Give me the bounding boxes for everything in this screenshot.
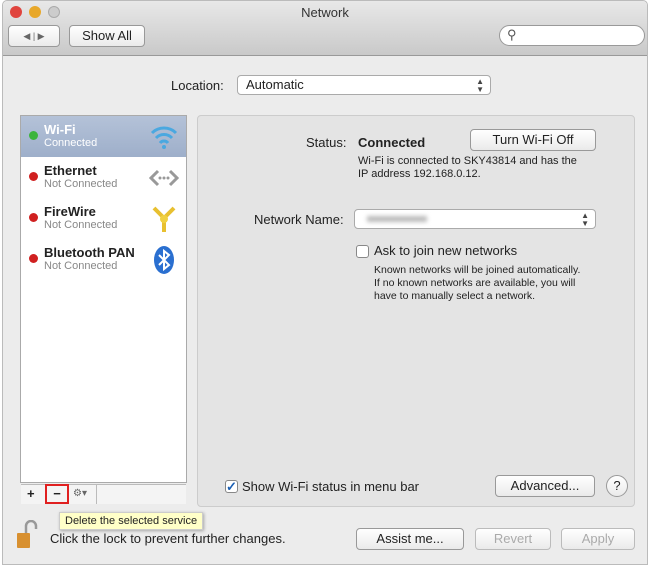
search-icon: ⚲ bbox=[507, 27, 517, 42]
blurred-network-name bbox=[367, 216, 427, 222]
ask-join-description: Known networks will be joined automatica… bbox=[374, 264, 580, 303]
status-value: Connected bbox=[358, 135, 426, 150]
service-name: Ethernet bbox=[44, 163, 97, 178]
status-label: Status: bbox=[306, 135, 347, 150]
service-detail-panel: Status: Connected Turn Wi-Fi Off Wi-Fi i… bbox=[197, 115, 635, 507]
ask-join-label: Ask to join new networks bbox=[374, 243, 518, 258]
help-button[interactable]: ? bbox=[606, 475, 628, 497]
service-name: Wi-Fi bbox=[44, 122, 76, 137]
list-controls: + − ⚙▾ bbox=[21, 484, 186, 504]
location-label: Location: bbox=[171, 78, 224, 93]
show-all-button[interactable]: Show All bbox=[69, 25, 145, 47]
show-status-checkbox[interactable]: ✓ bbox=[225, 480, 238, 493]
divider bbox=[96, 485, 97, 504]
status-description: Wi-Fi is connected to SKY43814 and has t… bbox=[358, 155, 577, 181]
status-dot bbox=[29, 213, 38, 222]
ask-desc-line: Known networks will be joined automatica… bbox=[374, 264, 581, 276]
show-status-label: Show Wi-Fi status in menu bar bbox=[242, 479, 420, 494]
location-value: Automatic bbox=[246, 77, 304, 92]
lock-text: Click the lock to prevent further change… bbox=[50, 531, 286, 546]
toolbar: Network ◀ | ▶ Show All ⚲ bbox=[3, 1, 647, 56]
network-name-label: Network Name: bbox=[254, 212, 344, 227]
add-service-button[interactable]: + bbox=[27, 486, 35, 501]
bluetooth-icon bbox=[154, 246, 174, 274]
back-icon[interactable]: ◀ bbox=[23, 31, 30, 41]
service-item-ethernet[interactable]: Ethernet Not Connected bbox=[21, 157, 186, 198]
service-status: Not Connected bbox=[44, 260, 118, 272]
forward-icon[interactable]: ▶ bbox=[38, 31, 45, 41]
network-preferences-window: Network ◀ | ▶ Show All ⚲ Location: Autom… bbox=[2, 0, 648, 565]
lock-icon[interactable] bbox=[16, 520, 38, 550]
service-item-bluetooth-pan[interactable]: Bluetooth PAN Not Connected bbox=[21, 239, 186, 280]
status-dot bbox=[29, 131, 38, 140]
stepper-arrows-icon: ▲ ▼ bbox=[581, 211, 589, 228]
remove-service-button[interactable]: − bbox=[45, 484, 69, 504]
status-dot bbox=[29, 254, 38, 263]
ask-desc-line: have to manually select a network. bbox=[374, 290, 536, 302]
search-input[interactable]: ⚲ bbox=[499, 25, 645, 46]
tooltip: Delete the selected service bbox=[59, 512, 204, 530]
status-desc-line: Wi-Fi is connected to SKY43814 and has t… bbox=[358, 155, 577, 167]
status-desc-line: IP address 192.168.0.12. bbox=[358, 168, 481, 180]
advanced-button[interactable]: Advanced... bbox=[495, 475, 595, 497]
service-name: FireWire bbox=[44, 204, 96, 219]
location-select[interactable]: Automatic ▲ ▼ bbox=[237, 75, 491, 95]
gear-menu-button[interactable]: ⚙▾ bbox=[73, 488, 87, 499]
service-status: Not Connected bbox=[44, 178, 118, 190]
service-item-firewire[interactable]: FireWire Not Connected bbox=[21, 198, 186, 239]
turn-wifi-off-button[interactable]: Turn Wi-Fi Off bbox=[470, 129, 596, 151]
ask-join-checkbox[interactable] bbox=[356, 245, 369, 258]
window-title: Network bbox=[301, 5, 349, 20]
service-status: Connected bbox=[44, 137, 98, 149]
service-name: Bluetooth PAN bbox=[44, 245, 135, 260]
ask-desc-line: If no known networks are available, you … bbox=[374, 277, 576, 289]
back-forward-buttons[interactable]: ◀ | ▶ bbox=[8, 25, 60, 47]
service-item-wifi[interactable]: Wi-Fi Connected bbox=[21, 116, 186, 157]
assist-me-button[interactable]: Assist me... bbox=[356, 528, 464, 550]
ethernet-icon bbox=[149, 169, 179, 187]
revert-button[interactable]: Revert bbox=[475, 528, 551, 550]
network-name-select[interactable]: ▲ ▼ bbox=[354, 209, 596, 229]
apply-button[interactable]: Apply bbox=[561, 528, 635, 550]
wifi-icon bbox=[150, 126, 178, 149]
service-list: Wi-Fi Connected Ethernet Not Connected F… bbox=[20, 115, 187, 504]
firewire-icon bbox=[152, 206, 176, 232]
stepper-arrows-icon: ▲ ▼ bbox=[476, 77, 484, 94]
status-dot bbox=[29, 172, 38, 181]
service-status: Not Connected bbox=[44, 219, 118, 231]
